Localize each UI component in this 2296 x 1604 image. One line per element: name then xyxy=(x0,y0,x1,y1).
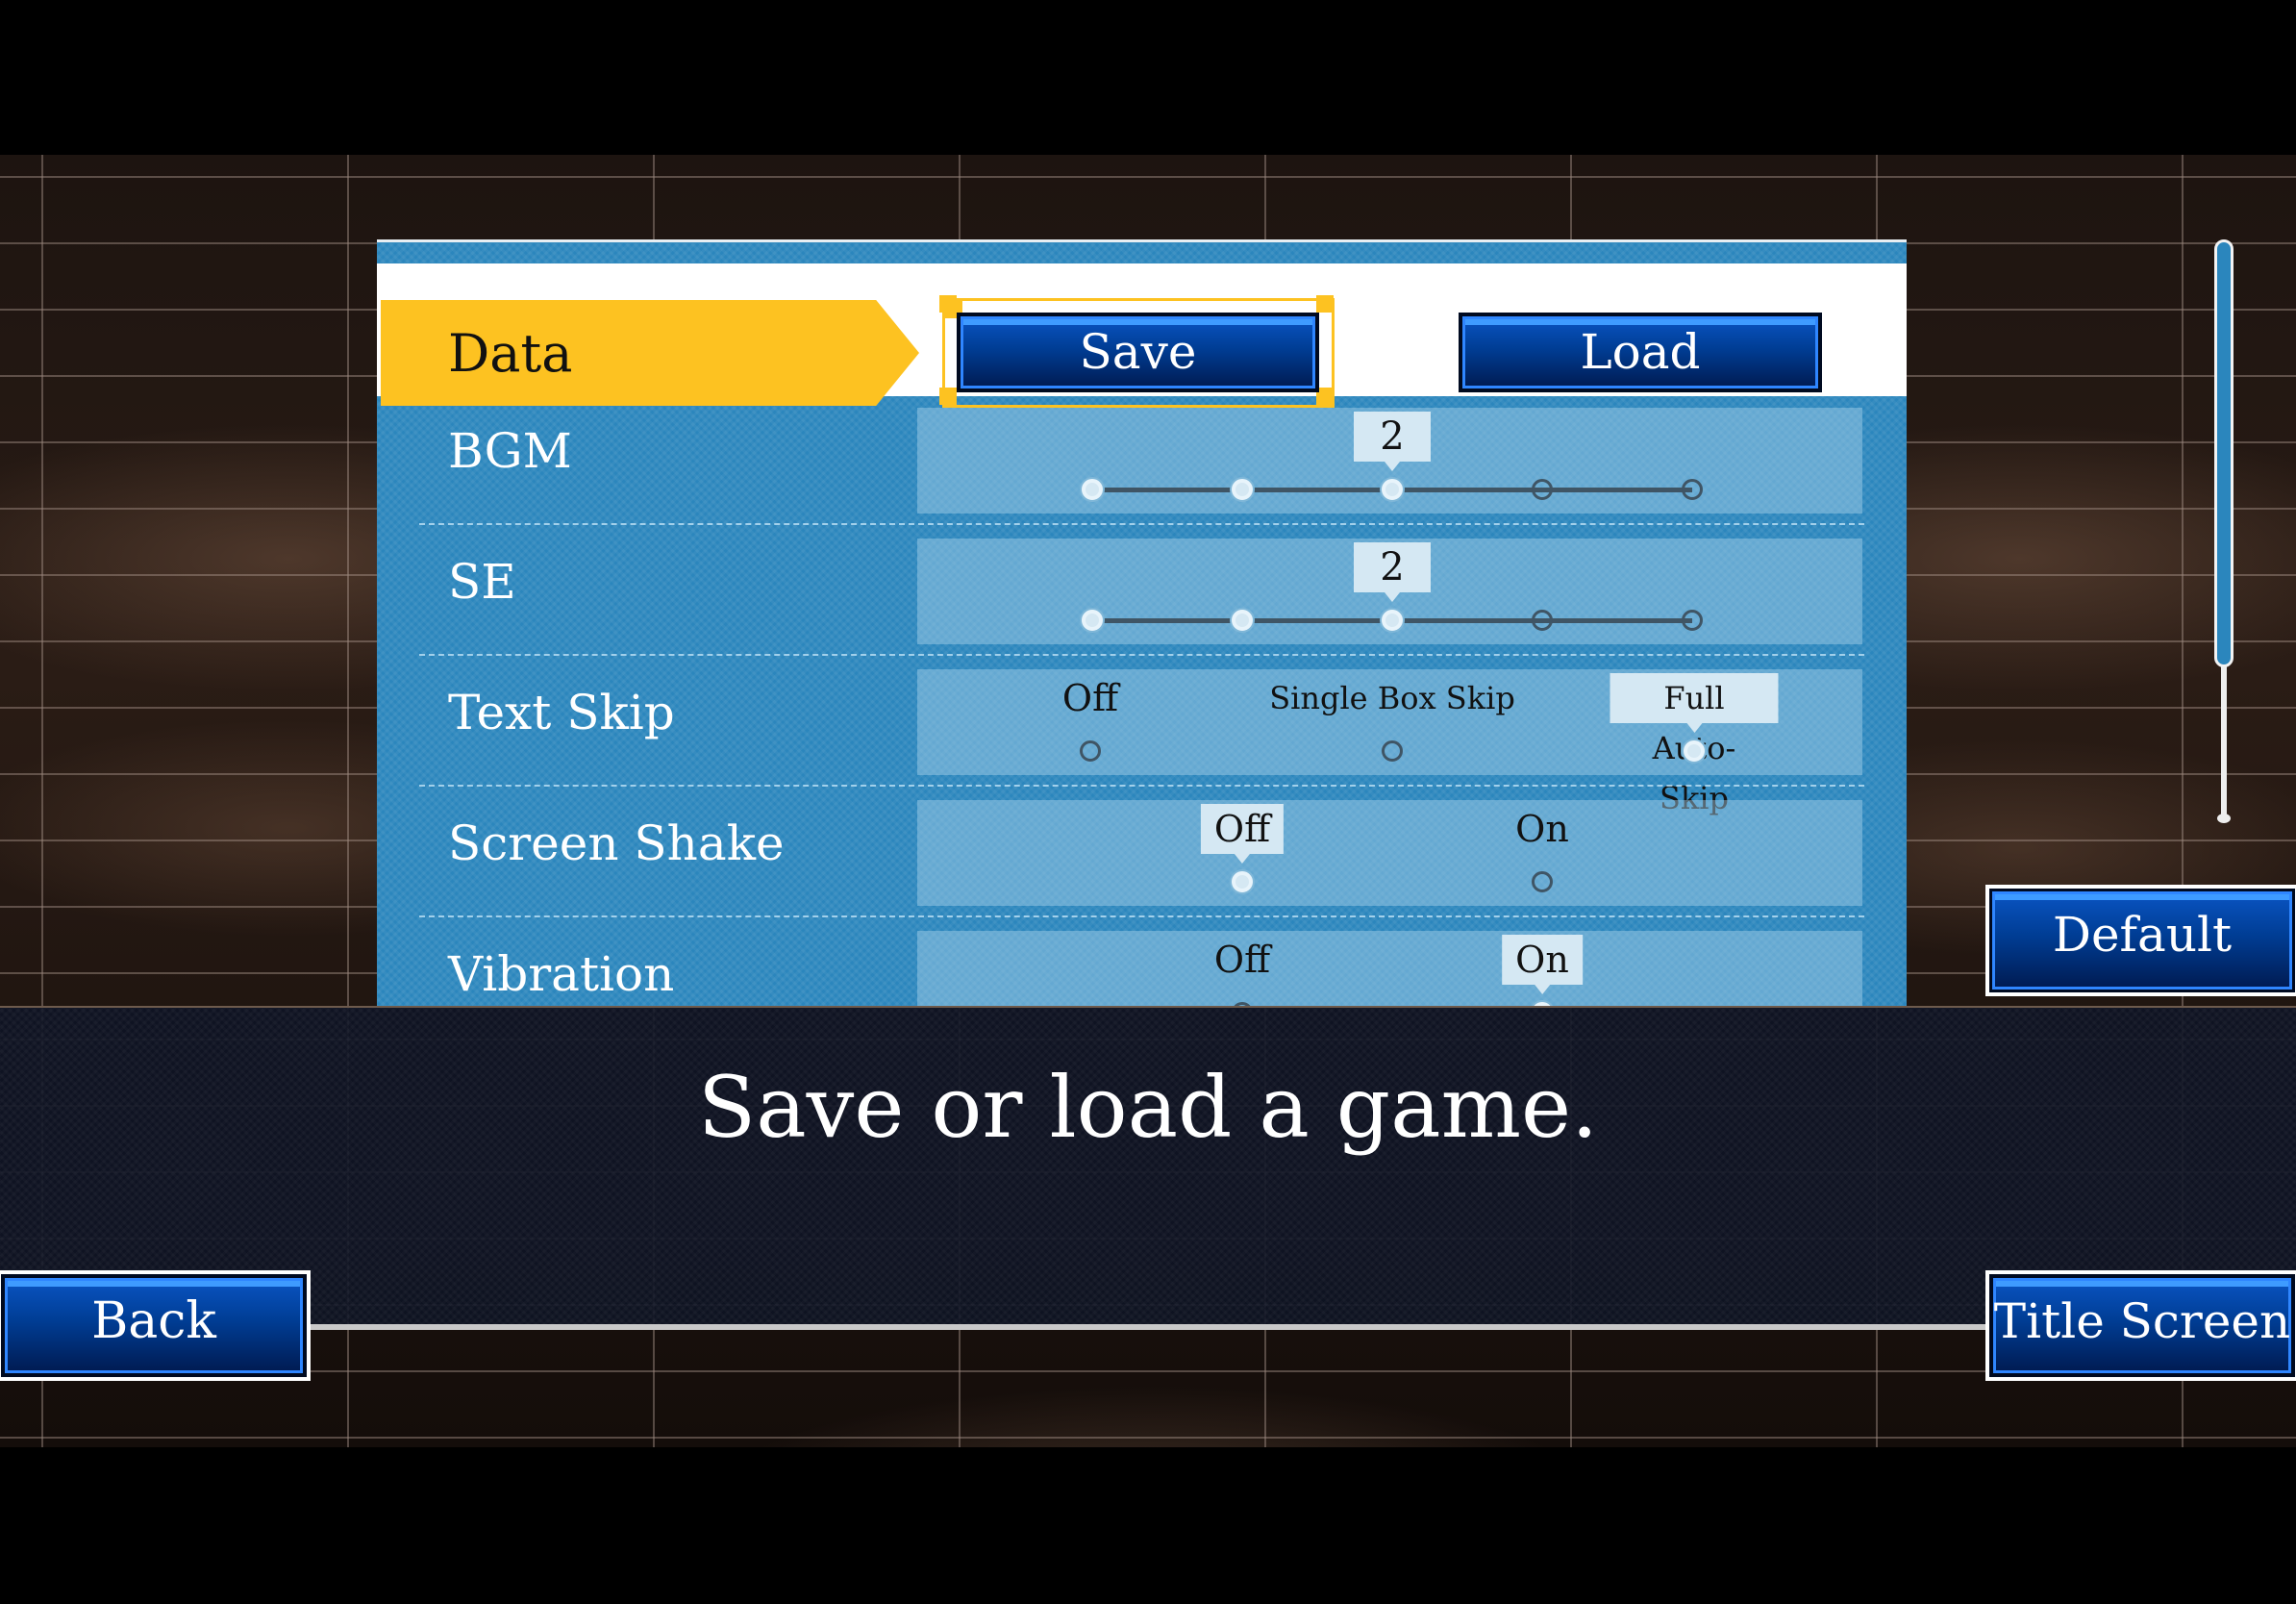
option-off-label[interactable]: Off xyxy=(1062,673,1118,723)
setting-label: Text Skip xyxy=(448,685,675,740)
slider-step[interactable] xyxy=(1682,479,1703,500)
setting-row-vibration: Vibration Off On xyxy=(377,917,1907,1008)
back-button[interactable]: Back xyxy=(0,1270,311,1381)
setting-label: SE xyxy=(448,554,516,610)
slider-step[interactable] xyxy=(1382,479,1403,500)
message-band xyxy=(0,1006,2296,1329)
option-full-auto-skip-label[interactable]: Full Auto-Skip xyxy=(1610,673,1779,816)
slider-step[interactable] xyxy=(1082,610,1103,631)
slider-value-bubble: 2 xyxy=(1354,542,1431,602)
setting-row-screen-shake: Screen Shake Off On xyxy=(377,787,1907,917)
default-button[interactable]: Default xyxy=(1985,885,2296,996)
title-screen-button[interactable]: Title Screen xyxy=(1985,1270,2296,1381)
slider-step[interactable] xyxy=(1682,610,1703,631)
slider-step[interactable] xyxy=(1232,610,1253,631)
setting-label: Screen Shake xyxy=(448,815,785,871)
bgm-control[interactable]: 2 xyxy=(917,408,1862,514)
setting-row-bgm: BGM 2 xyxy=(377,394,1907,525)
option-off-label[interactable]: Off xyxy=(1214,935,1270,985)
slider-step[interactable] xyxy=(1532,610,1553,631)
setting-row-text-skip: Text Skip Off Single Box Skip Full Auto-Ski… xyxy=(377,656,1907,816)
option-on-radio[interactable] xyxy=(1532,871,1553,892)
data-category-label: Data xyxy=(448,323,573,384)
option-single-box-skip-radio[interactable] xyxy=(1382,740,1403,762)
slider-step[interactable] xyxy=(1532,479,1553,500)
option-on-label[interactable]: On xyxy=(1502,935,1583,994)
option-full-auto-skip-radio[interactable] xyxy=(1684,740,1705,762)
bottom-divider xyxy=(0,1324,2296,1330)
option-off-radio[interactable] xyxy=(1232,871,1253,892)
slider-step[interactable] xyxy=(1382,610,1403,631)
save-button[interactable]: Save xyxy=(957,313,1319,392)
settings-panel: Data Save Load BGM 2 SE 2 Text Skip Off Single… xyxy=(377,239,1907,1008)
option-off-radio[interactable] xyxy=(1080,740,1101,762)
text-skip-control[interactable]: Off Single Box Skip Full Auto-Skip xyxy=(917,669,1862,816)
setting-label: Vibration xyxy=(448,946,675,1002)
slider-step[interactable] xyxy=(1082,479,1103,500)
data-category-tag: Data xyxy=(381,300,919,406)
option-off-label[interactable]: Off xyxy=(1200,804,1285,864)
slider-step[interactable] xyxy=(1232,479,1253,500)
screen-shake-control[interactable]: Off On xyxy=(917,800,1862,906)
setting-row-se: SE 2 xyxy=(377,525,1907,656)
setting-label: BGM xyxy=(448,423,572,479)
option-on-label[interactable]: On xyxy=(1515,804,1569,854)
data-row: Data Save Load xyxy=(377,263,1907,408)
slider-value-bubble: 2 xyxy=(1354,412,1431,471)
scrollbar-thumb[interactable] xyxy=(2214,239,2234,667)
help-message: Save or load a game. xyxy=(697,1058,1599,1157)
vibration-control[interactable]: Off On xyxy=(917,931,1862,1008)
load-button[interactable]: Load xyxy=(1459,313,1822,392)
se-control[interactable]: 2 xyxy=(917,539,1862,644)
option-single-box-skip-label[interactable]: Single Box Skip xyxy=(1269,673,1515,723)
